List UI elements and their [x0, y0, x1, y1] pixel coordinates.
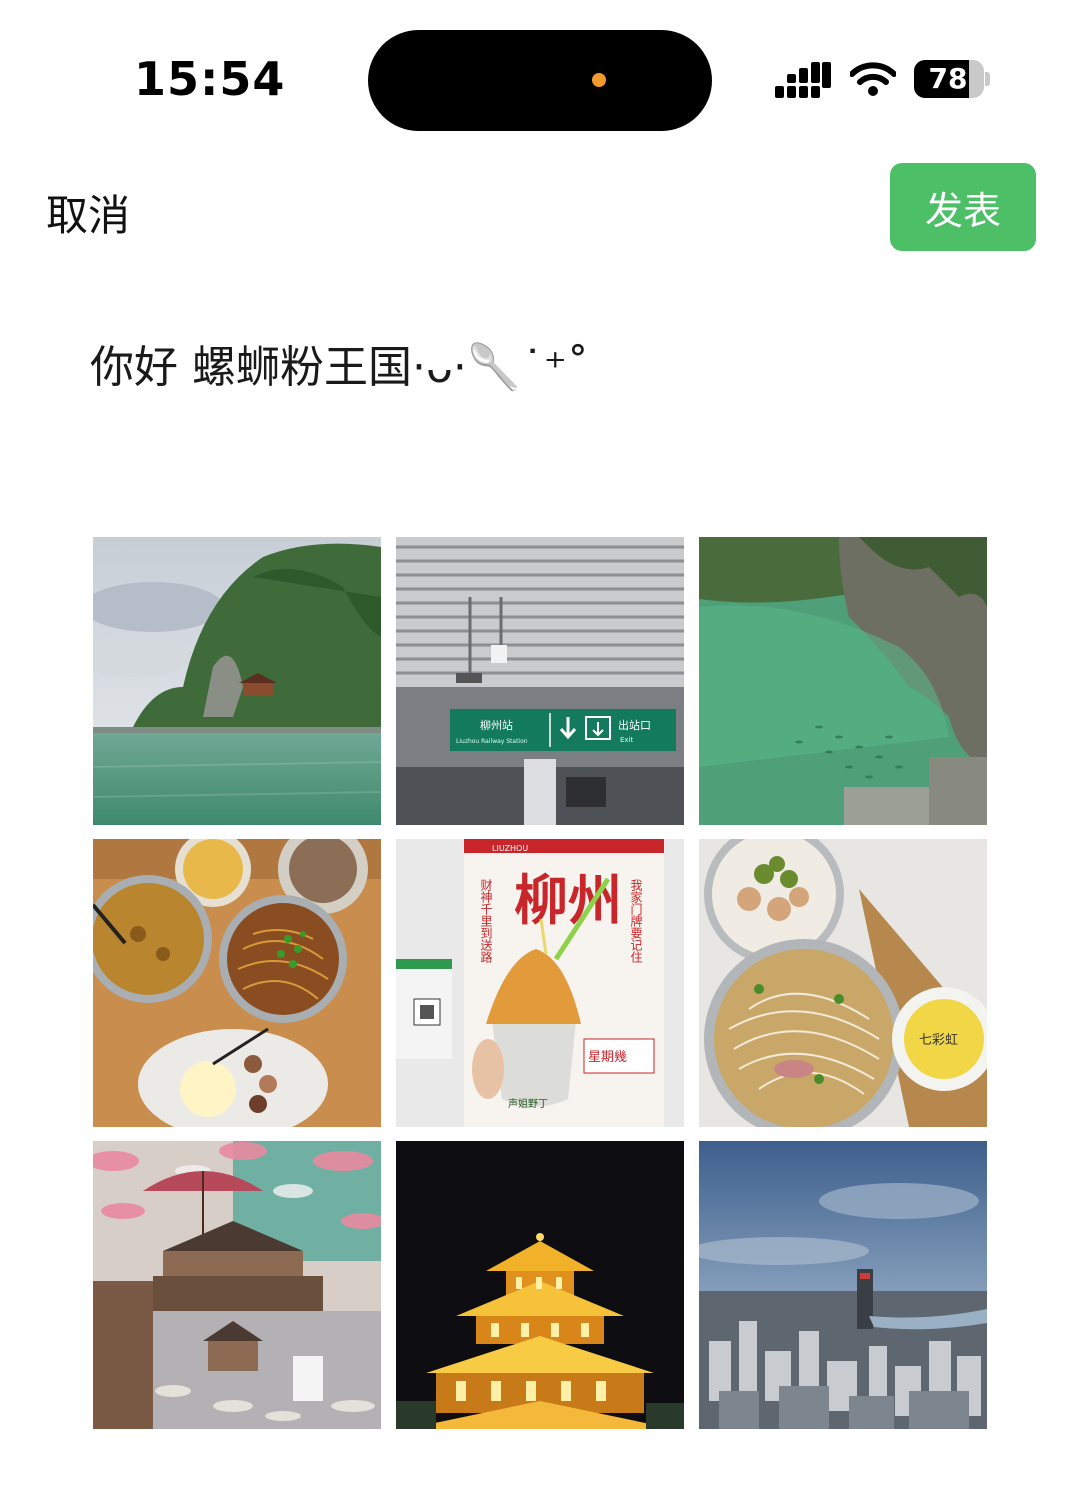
- photo-karst-mountain: [93, 537, 381, 825]
- publish-button[interactable]: 发表: [890, 163, 1036, 251]
- photo-grid: 柳州站 Liuzhou Railway Station 出站口 Exit LIU…: [93, 537, 987, 1429]
- poster-brand: LIUZHOU: [492, 844, 528, 853]
- recording-indicator-dot: [592, 73, 606, 87]
- photo-noodle-soup: 七彩虹: [699, 839, 987, 1127]
- photo-thumbnail-5[interactable]: LIUZHOU 柳州 财神千里到送路 我家门牌要记住 星期幾 声姐野丁: [396, 839, 684, 1127]
- post-text-input[interactable]: 你好 螺蛳粉王国·ᴗ·🥄˙⁺˚: [90, 336, 990, 400]
- dynamic-island: [368, 30, 712, 131]
- battery-body: 78: [914, 60, 984, 98]
- cellular-signal-icon: [775, 62, 831, 98]
- photo-thumbnail-3[interactable]: [699, 537, 987, 825]
- poster-title: 柳州: [514, 868, 622, 932]
- photo-thumbnail-6[interactable]: 七彩虹: [699, 839, 987, 1127]
- poster-couplet-right: 我家门牌要记住: [629, 879, 643, 963]
- photo-thumbnail-8[interactable]: [396, 1141, 684, 1429]
- photo-umbrella-market: [93, 1141, 381, 1429]
- poster-couplet-left: 财神千里到送路: [479, 879, 493, 964]
- photo-green-pool: [699, 537, 987, 825]
- photo-thumbnail-9[interactable]: [699, 1141, 987, 1429]
- compose-nav-bar: 取消 发表: [0, 160, 1080, 260]
- photo-noodle-table: [93, 839, 381, 1127]
- status-bar: 15:54 78: [0, 0, 1080, 160]
- pudding-cup-label: 七彩虹: [919, 1033, 958, 1048]
- cup-brand: 声姐野丁: [508, 1097, 548, 1110]
- photo-city-skyline: [699, 1141, 987, 1429]
- photo-thumbnail-4[interactable]: [93, 839, 381, 1127]
- photo-ice-cream-poster: LIUZHOU 柳州 财神千里到送路 我家门牌要记住 星期幾 声姐野丁: [396, 839, 684, 1127]
- photo-thumbnail-2[interactable]: 柳州站 Liuzhou Railway Station 出站口 Exit: [396, 537, 684, 825]
- status-time: 15:54: [134, 52, 286, 106]
- battery-icon: 78: [914, 60, 990, 98]
- photo-station-exit-sign: 柳州站 Liuzhou Railway Station 出站口 Exit: [396, 537, 684, 825]
- sign-exit-english: Exit: [620, 736, 634, 744]
- photo-thumbnail-1[interactable]: [93, 537, 381, 825]
- battery-level-text: 78: [928, 62, 968, 95]
- sign-exit-label: 出站口: [618, 718, 651, 732]
- cancel-button[interactable]: 取消: [46, 182, 130, 243]
- wifi-icon: [850, 62, 896, 96]
- photo-thumbnail-7[interactable]: [93, 1141, 381, 1429]
- poster-day-label: 星期幾: [588, 1050, 627, 1065]
- sign-station-name: 柳州站: [480, 718, 513, 732]
- photo-night-tower: [396, 1141, 684, 1429]
- sign-station-english: Liuzhou Railway Station: [456, 738, 528, 745]
- battery-cap: [985, 72, 990, 86]
